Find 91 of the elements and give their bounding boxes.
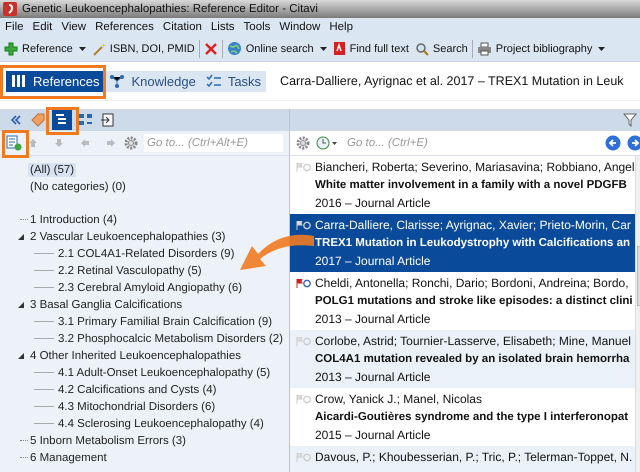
category-item[interactable]: 2.1 COL4A1-Related Disorders (9) [56, 248, 234, 260]
double-chevron-icon [11, 115, 21, 125]
list-icon [55, 113, 69, 127]
printer-icon [476, 42, 492, 56]
forward-icon[interactable] [626, 135, 640, 151]
reference-item[interactable]: Cheldi, Antonella; Ronchi, Dario; Bordoni, Andreina; Bordo, POLG1 mutations and stroke like episodes: a distinct clini 2013 – Journal Article [290, 272, 635, 330]
toolbar-button[interactable]: ISBN, DOI, PMID [90, 42, 197, 56]
window-title: Genetic Leukoencephalopathies: Reference Editor - Citavi [22, 3, 318, 15]
category-item[interactable]: 4.4 Sclerosing Leukoencephalopathy (4) [56, 418, 264, 430]
category-item[interactable]: 2 Vascular Leukoencephalopathies (3) [28, 230, 226, 242]
menu-item[interactable]: Help [329, 21, 353, 33]
reference-title: TREX1 Mutation in Leukodystrophy with Calcifications an [314, 236, 632, 251]
category-item[interactable]: 5 Inborn Metabolism Errors (3) [28, 434, 186, 446]
wand-icon [92, 42, 106, 56]
reference-meta: 2016 – Journal Article [314, 195, 432, 212]
nav-tab[interactable]: Knowledge [104, 70, 201, 92]
category-item[interactable]: 3.1 Primary Familial Brain Calcification (9) [56, 316, 272, 328]
reference-authors: Davous, P.; Khoubesserian, P.; Tric, P.; Telerman-Toppet, N. [315, 450, 632, 464]
reference-authors: Cheldi, Antonella; Ronchi, Dario; Bordoni, Andreina; Bordo, [315, 276, 629, 290]
settings-icon[interactable] [296, 136, 310, 150]
plus-icon [4, 42, 18, 56]
expanded-icon[interactable] [18, 234, 24, 240]
category-item[interactable]: 4 Other Inherited Leukoencephalopathies [28, 350, 241, 362]
reference-item[interactable]: Biancheri, Roberta; Severino, Mariasavina; Robbiano, Angel White matter involvement in a family with a novel PDGFB 2016 – Journal Article [290, 156, 635, 214]
export-icon[interactable] [100, 112, 116, 128]
pdf-icon [332, 41, 346, 56]
toolbar-button[interactable]: Reference [2, 42, 88, 56]
reference-item[interactable]: Corlobe, Astrid; Tournier-Lasserve, Elisabeth; Mine, Manuel COL4A1 mutation revealed by an isolated brain hemorrha 2013 – Journal Article [290, 330, 635, 388]
nav-tab[interactable]: Tasks [200, 70, 266, 92]
reference-title: White matter involvement in a family with a novel PDGFB [314, 178, 628, 193]
category-item[interactable]: 2.2 Retinal Vasculopathy (5) [56, 264, 202, 276]
reference-meta: 2017 – Journal Article [314, 253, 432, 270]
reference-meta: 2013 – Journal Article [314, 369, 432, 386]
category-item[interactable]: 4.1 Adult-Onset Leukoencephalopathy (5) [56, 366, 270, 378]
add-category-button[interactable] [6, 135, 22, 151]
history-icon[interactable] [316, 136, 338, 150]
expanded-icon[interactable] [18, 352, 24, 358]
category-item[interactable]: (No categories) (0) [28, 180, 128, 194]
toolbar-button[interactable]: Find full text [330, 41, 411, 56]
reference-authors: Corlobe, Astrid; Tournier-Lasserve, Elisabeth; Mine, Manuel [315, 334, 631, 348]
nav-tab[interactable]: References [6, 70, 104, 92]
reference-meta: 2013 – Journal Article [314, 311, 432, 328]
reference-item[interactable]: Crow, Yanick J.; Manel, Nicolas Aicardi-Goutières syndrome and the type I interferonopat 2015 – Journal Article [290, 388, 635, 446]
globe-icon [226, 41, 242, 56]
reference-authors: Biancheri, Roberta; Severino, Mariasavina; Robbiano, Angel [315, 160, 635, 174]
keywords-icon[interactable] [78, 112, 94, 128]
category-item[interactable]: 3.2 Phosphocalcic Metabolism Disorders (2) [56, 332, 283, 344]
menu-item[interactable]: Window [279, 21, 320, 33]
reference-title: COL4A1 mutation revealed by an isolated brain hemorrha [314, 352, 630, 367]
menu-item[interactable]: Edit [32, 21, 52, 33]
toolbar-button[interactable]: Search [412, 42, 470, 56]
category-item[interactable]: (All) (57) [28, 162, 76, 176]
tag-icon[interactable] [30, 112, 46, 128]
network-icon [109, 74, 126, 88]
toolbar-button[interactable]: Online search [224, 41, 329, 56]
highlight-frame [2, 130, 29, 158]
highlight-frame [46, 107, 79, 135]
checklist-icon [206, 74, 222, 88]
goto-field[interactable]: Go to... (Ctrl+Alt+E) [144, 134, 283, 152]
flag-icon[interactable] [296, 278, 312, 288]
flag-icon[interactable] [296, 220, 312, 230]
category-item[interactable]: 2.3 Cerebral Amyloid Angiopathy (6) [56, 282, 242, 294]
category-item[interactable]: 4.3 Mitochondrial Disorders (6) [56, 400, 216, 412]
books-icon [11, 74, 27, 88]
category-item[interactable]: 4.2 Calcifications and Cysts (4) [56, 384, 217, 396]
menu-item[interactable]: View [61, 21, 86, 33]
menu-item[interactable]: Tools [244, 21, 270, 33]
delete-icon [204, 42, 218, 56]
menu-item[interactable]: Citation [162, 21, 202, 33]
expanded-icon[interactable] [18, 302, 24, 308]
filter-icon[interactable] [622, 113, 637, 127]
reference-authors: Crow, Yanick J.; Manel, Nicolas [315, 392, 482, 406]
settings-icon[interactable] [124, 136, 138, 150]
category-item[interactable]: 1 Introduction (4) [28, 214, 117, 226]
reference-item[interactable]: Carra-Dalliere, Clarisse; Ayrignac, Xavier; Prieto-Morin, Car TREX1 Mutation in Leukodystrophy with Calcifications an 2017 – Journal Article [290, 214, 635, 272]
back-icon[interactable] [604, 135, 621, 151]
reference-title: Aicardi-Goutières syndrome and the type I interferonopat [314, 410, 630, 425]
reference-item[interactable]: Davous, P.; Khoubesserian, P.; Tric, P.; Telerman-Toppet, N. [290, 446, 635, 472]
reference-meta: 2015 – Journal Article [314, 427, 432, 444]
reference-authors: Carra-Dalliere, Clarisse; Ayrignac, Xavier; Prieto-Morin, Car [315, 218, 631, 232]
menu-item[interactable]: Lists [210, 21, 235, 33]
app-logo-icon [3, 2, 17, 16]
toolbar-button[interactable]: Project bibliography [474, 42, 608, 56]
menu-item[interactable]: File [5, 21, 24, 33]
reference-heading: Carra-Dalliere, Ayrignac et al. 2017 – TREX1 Mutation in Leuk [280, 74, 624, 88]
categories-view-button[interactable] [52, 110, 72, 130]
category-item[interactable]: 3 Basal Ganglia Calcifications [28, 298, 182, 310]
reference-title: POLG1 mutations and stroke like episodes: a distinct clini [314, 294, 634, 309]
menu-item[interactable]: References [95, 21, 154, 33]
search-icon [414, 42, 429, 56]
category-item[interactable]: 6 Management [28, 452, 107, 464]
